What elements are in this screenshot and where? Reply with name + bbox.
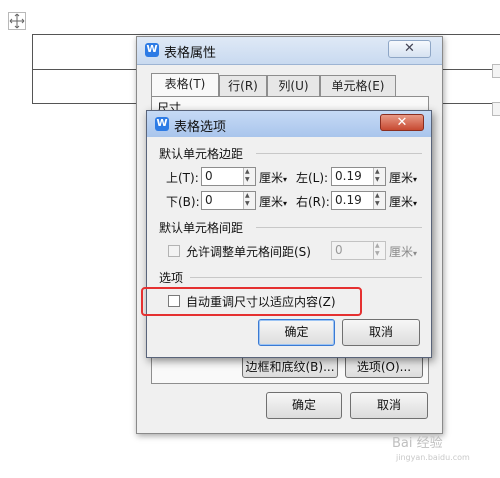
bottom-margin-spinner[interactable]: 0 ▲ ▼ (201, 191, 256, 210)
table-move-handle[interactable] (8, 12, 26, 30)
spinner-arrows[interactable]: ▲ ▼ (243, 192, 255, 209)
top-margin-label: 上(T): (166, 171, 199, 185)
left-margin-spinner[interactable]: 0.19 ▲ ▼ (331, 167, 386, 186)
close-button[interactable]: ✕ (380, 114, 424, 131)
left-margin-unit: 厘米▾ (389, 171, 418, 185)
allow-spacing-checkbox[interactable] (168, 245, 180, 257)
spinner-arrows[interactable]: ▲ ▼ (373, 192, 385, 209)
ruler-marker (492, 64, 500, 78)
right-margin-label: 右(R): (296, 195, 330, 209)
close-icon: ✕ (396, 115, 408, 130)
spinner-arrows[interactable]: ▲ ▼ (373, 168, 385, 185)
bottom-margin-label: 下(B): (166, 195, 200, 209)
watermark-logo: Bai 经验 (392, 436, 443, 451)
autofit-checkbox[interactable] (168, 295, 180, 307)
dialog-title: 表格选项 (174, 120, 227, 135)
cell-spacing-section-label: 默认单元格间距 (159, 221, 244, 235)
top-margin-spinner[interactable]: 0 ▲ ▼ (201, 167, 256, 186)
tab-cell[interactable]: 单元格(E) (320, 75, 396, 97)
ok-button[interactable]: 确定 (266, 392, 342, 419)
tab-row[interactable]: 行(R) (219, 75, 267, 97)
right-margin-unit: 厘米▾ (389, 195, 418, 209)
top-margin-unit: 厘米▾ (259, 171, 288, 185)
wps-app-icon: W (155, 117, 169, 131)
spinner-arrows[interactable]: ▲ ▼ (243, 168, 255, 185)
autofit-label: 自动重调尺寸以适应内容(Z) (186, 295, 336, 309)
left-margin-label: 左(L): (296, 171, 329, 185)
cancel-button[interactable]: 取消 (342, 319, 420, 346)
section-divider (190, 277, 422, 278)
tab-column[interactable]: 列(U) (267, 75, 320, 97)
section-divider (256, 227, 422, 228)
ruler-marker (492, 102, 500, 116)
move-cross-icon (9, 13, 25, 29)
bottom-margin-value: 0 (205, 193, 213, 207)
options-section-label: 选项 (159, 271, 184, 285)
dialog-title: 表格属性 (164, 46, 217, 61)
cancel-button[interactable]: 取消 (350, 392, 428, 419)
spinner-arrows[interactable]: ▲ ▼ (373, 242, 385, 259)
wps-app-icon: W (145, 43, 159, 57)
cell-spacing-spinner[interactable]: 0 ▲ ▼ (331, 241, 386, 260)
top-margin-value: 0 (205, 169, 213, 183)
bottom-margin-unit: 厘米▾ (259, 195, 288, 209)
ok-button[interactable]: 确定 (258, 319, 335, 346)
allow-spacing-label: 允许调整单元格间距(S) (186, 245, 311, 259)
cell-spacing-unit: 厘米▾ (389, 245, 418, 259)
close-button[interactable]: ✕ (388, 40, 431, 58)
close-icon: ✕ (404, 41, 415, 56)
section-divider (256, 153, 422, 154)
cell-margins-section-label: 默认单元格边距 (159, 147, 244, 161)
right-margin-value: 0.19 (335, 193, 362, 207)
left-margin-value: 0.19 (335, 169, 362, 183)
cell-spacing-value: 0 (335, 243, 343, 257)
watermark-url: jingyan.baidu.com (396, 453, 470, 462)
tab-table[interactable]: 表格(T) (151, 73, 219, 97)
right-margin-spinner[interactable]: 0.19 ▲ ▼ (331, 191, 386, 210)
